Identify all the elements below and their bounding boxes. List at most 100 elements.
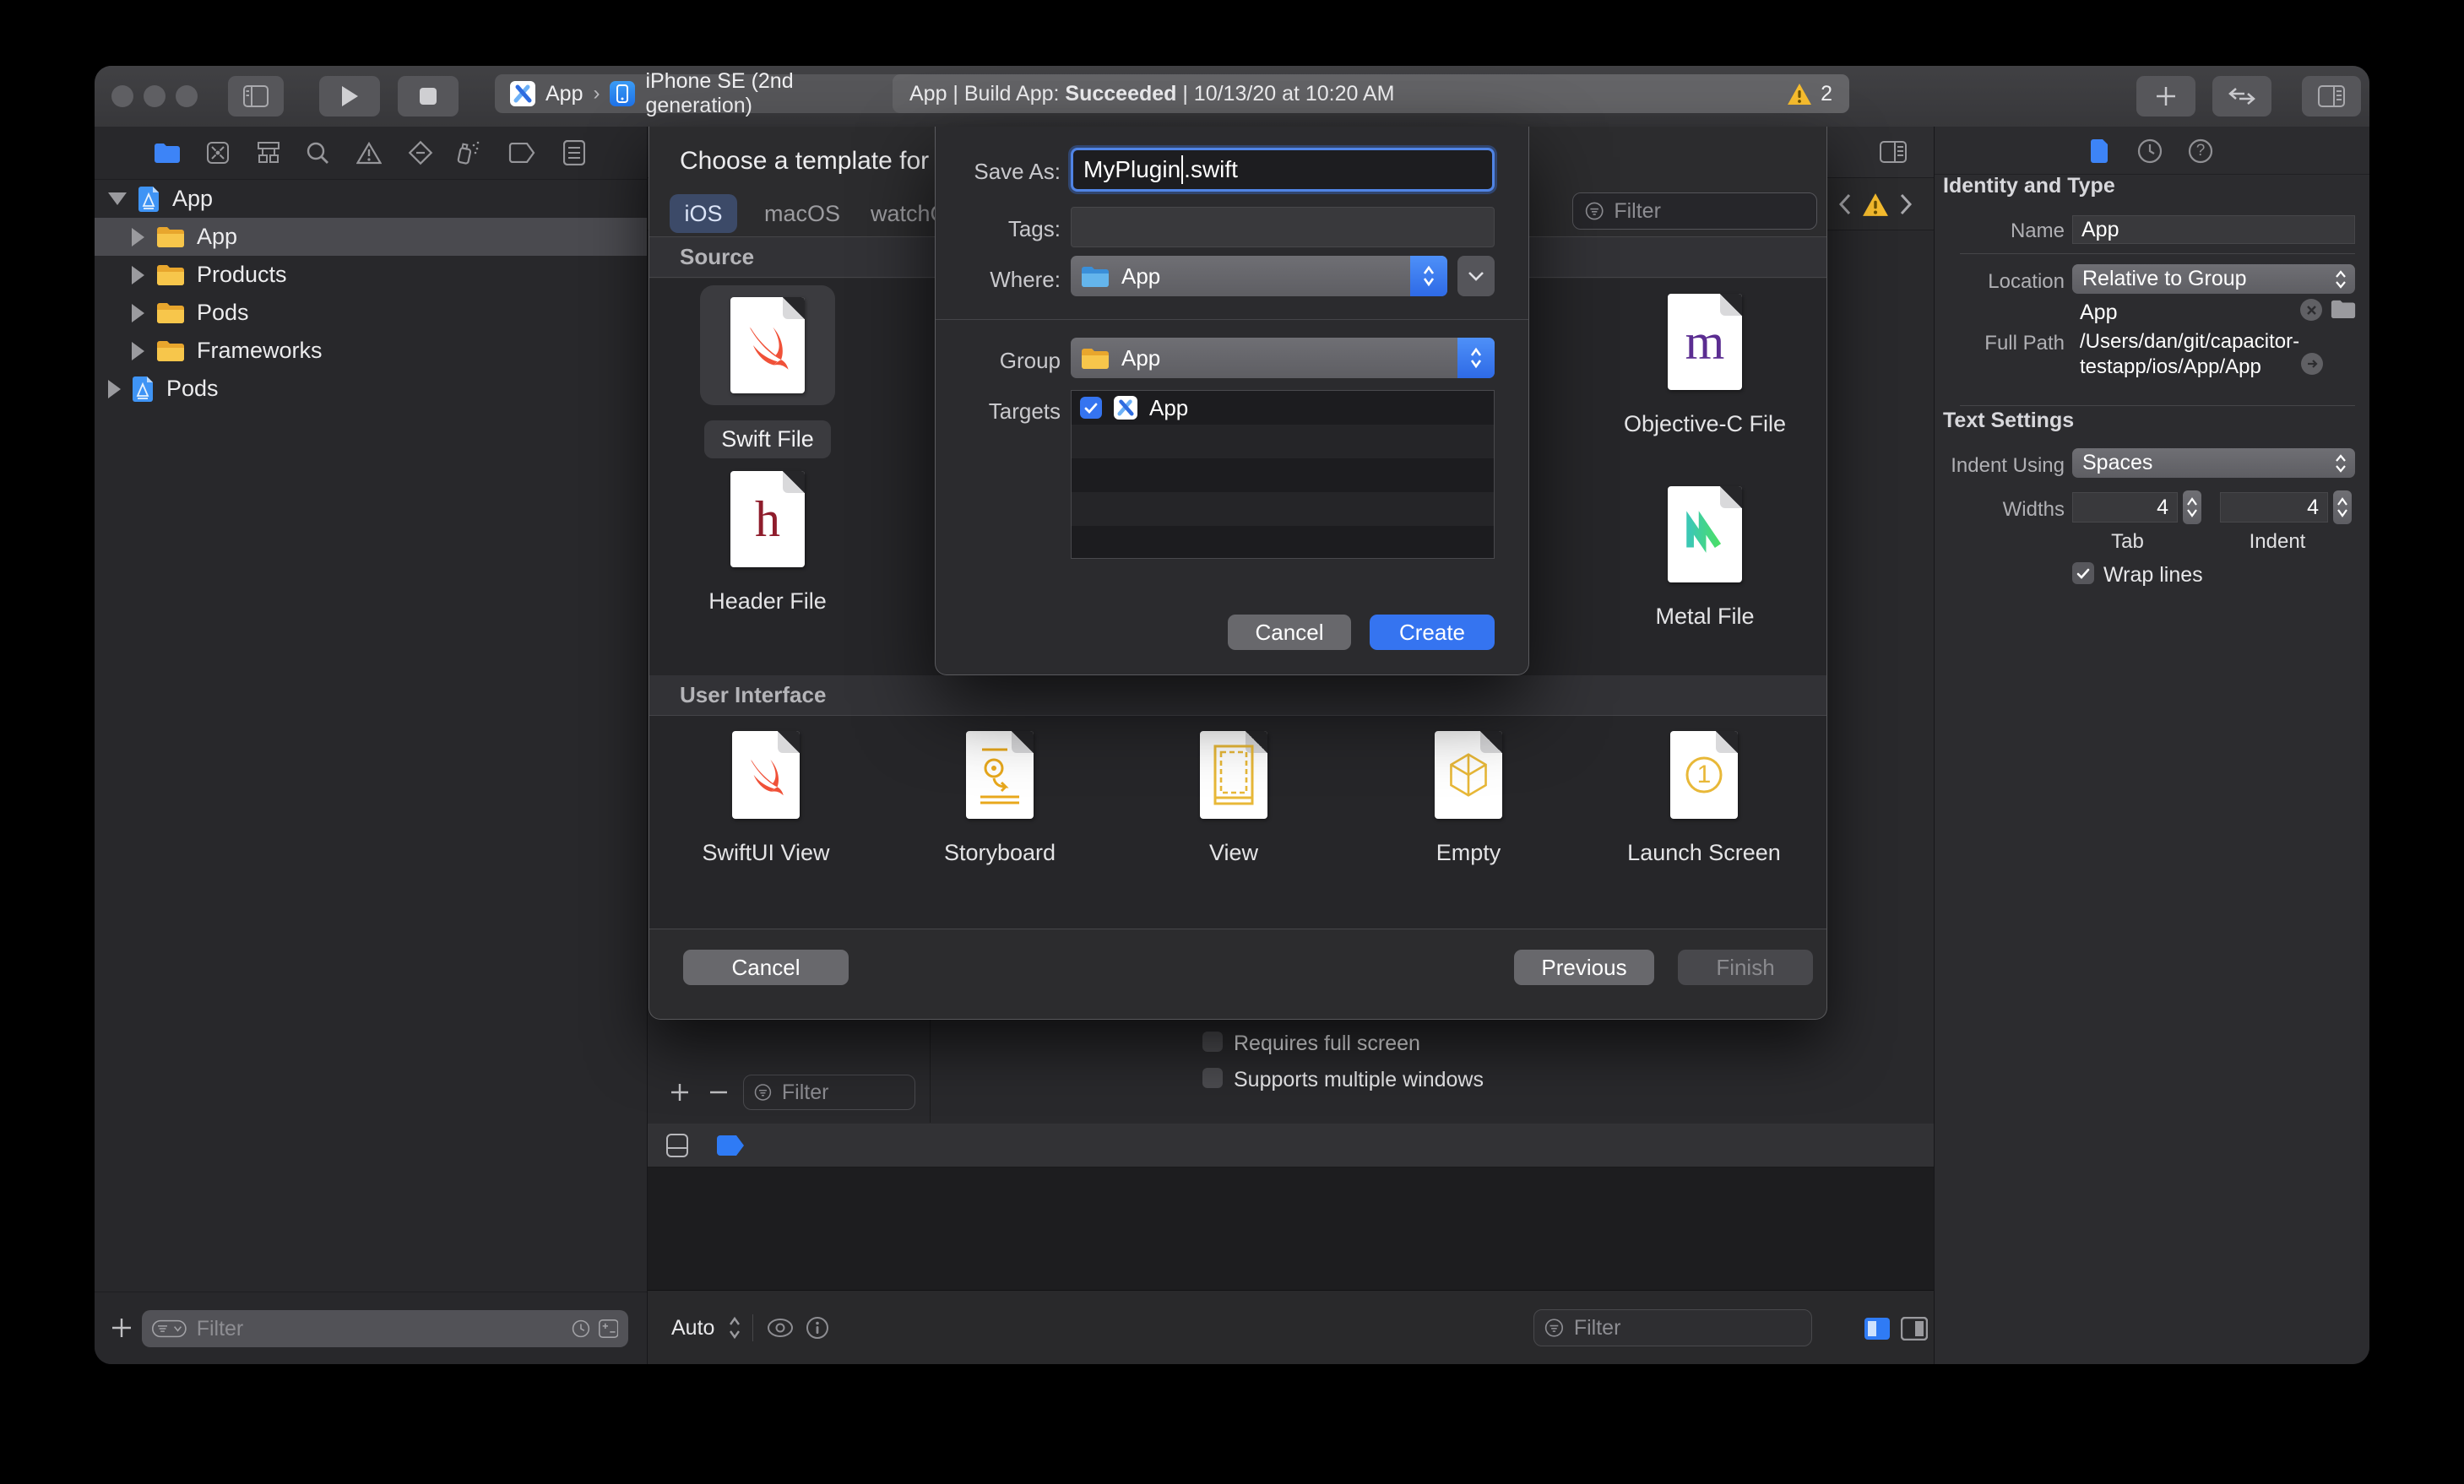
tab-help-inspector[interactable]: ? xyxy=(2186,137,2215,165)
toggle-inspector-button[interactable] xyxy=(2302,76,2361,116)
stop-button[interactable] xyxy=(398,76,459,116)
tab-symbol-navigator[interactable] xyxy=(254,138,283,167)
disclosure-closed-icon[interactable] xyxy=(132,227,144,246)
tab-history-inspector[interactable] xyxy=(2136,137,2164,165)
sheet-finish-button[interactable]: Finish xyxy=(1678,950,1813,985)
info-filter-input[interactable] xyxy=(779,1079,904,1106)
tab-file-inspector[interactable] xyxy=(2085,137,2114,165)
close-window-button[interactable] xyxy=(111,85,133,107)
zoom-window-button[interactable] xyxy=(176,85,198,107)
tree-item-app-project[interactable]: App xyxy=(95,180,647,218)
debug-console[interactable] xyxy=(648,1167,1934,1290)
wrap-lines-checkbox[interactable] xyxy=(2072,562,2094,584)
indent-using-popup[interactable]: Spaces xyxy=(2072,448,2355,478)
tree-item-frameworks[interactable]: Frameworks xyxy=(95,332,647,370)
tab-test-navigator[interactable] xyxy=(406,138,435,167)
info-filter-field[interactable] xyxy=(743,1075,915,1110)
tree-item-app-group[interactable]: App xyxy=(95,218,647,256)
warning-count[interactable]: 2 xyxy=(1821,82,1832,106)
open-path-arrow-button[interactable] xyxy=(2301,353,2323,375)
show-variables-view-button[interactable] xyxy=(1861,1314,1893,1343)
version-editor-button[interactable] xyxy=(2212,76,2271,116)
tree-item-pods-group[interactable]: Pods xyxy=(95,294,647,332)
name-field[interactable]: App xyxy=(2072,215,2355,244)
previous-issue-button[interactable] xyxy=(1833,190,1857,219)
sheet-previous-button[interactable]: Previous xyxy=(1514,950,1654,985)
template-launch-screen[interactable]: 1 Launch Screen xyxy=(1594,731,1814,872)
indent-width-field[interactable]: 4 xyxy=(2220,492,2328,523)
add-file-button[interactable] xyxy=(106,1311,137,1345)
target-checkbox-checked[interactable] xyxy=(1080,397,1102,419)
editor-options-button[interactable] xyxy=(1876,137,1910,167)
template-view[interactable]: View xyxy=(1124,731,1343,872)
tab-debug-navigator[interactable] xyxy=(452,138,480,167)
scheme-selector[interactable]: App › iPhone SE (2nd generation) xyxy=(495,69,908,117)
supports-multiple-windows-checkbox[interactable] xyxy=(1202,1068,1223,1088)
template-swift-file[interactable]: Swift File xyxy=(658,285,877,458)
disclosure-closed-icon[interactable] xyxy=(132,341,144,360)
clear-location-button[interactable] xyxy=(2300,299,2322,321)
next-issue-button[interactable] xyxy=(1894,190,1918,219)
source-control-status-icon[interactable] xyxy=(598,1317,618,1340)
template-header-file[interactable]: h Header File xyxy=(658,471,877,620)
sheet-cancel-button[interactable]: Cancel xyxy=(683,950,849,985)
tab-width-stepper[interactable] xyxy=(2183,490,2201,524)
debug-area-toggle-button[interactable] xyxy=(663,1132,692,1159)
indent-width-stepper[interactable] xyxy=(2333,490,2352,524)
disclosure-open-icon[interactable] xyxy=(108,192,127,205)
breakpoints-toggle-button[interactable] xyxy=(714,1134,747,1157)
disclosure-closed-icon[interactable] xyxy=(132,303,144,322)
info-remove-button[interactable] xyxy=(703,1075,734,1109)
library-add-button[interactable] xyxy=(2136,76,2195,116)
print-description-button[interactable] xyxy=(803,1314,832,1341)
save-as-field[interactable]: MyPlugin .swift xyxy=(1071,148,1495,192)
tab-width-field[interactable]: 4 xyxy=(2072,492,2178,523)
tree-item-pods-project[interactable]: Pods xyxy=(95,370,647,408)
tab-ios[interactable]: iOS xyxy=(670,194,737,233)
where-popup[interactable]: App xyxy=(1071,256,1447,296)
info-add-button[interactable] xyxy=(665,1075,695,1109)
filter-menu-icon[interactable] xyxy=(152,1318,187,1340)
expand-dialog-button[interactable] xyxy=(1457,256,1495,296)
template-objc-file[interactable]: m Objective-C File xyxy=(1595,294,1815,443)
tab-report-navigator[interactable] xyxy=(560,138,589,167)
stepper-chevrons-icon[interactable] xyxy=(729,1315,741,1340)
console-filter-field[interactable] xyxy=(1533,1309,1812,1346)
template-filter-input[interactable] xyxy=(1612,198,1805,225)
activity-status-bar[interactable]: App | Build App: Succeeded | 10/13/20 at… xyxy=(893,74,1849,113)
template-metal-file[interactable]: Metal File xyxy=(1595,486,1815,636)
template-storyboard[interactable]: Storyboard xyxy=(890,731,1110,872)
show-console-view-button[interactable] xyxy=(1898,1314,1930,1343)
issue-warning-badge[interactable] xyxy=(1860,190,1891,219)
disclosure-closed-icon[interactable] xyxy=(108,379,121,398)
run-button[interactable] xyxy=(319,76,380,116)
tags-field[interactable] xyxy=(1071,207,1495,247)
variables-view-mode[interactable]: Auto xyxy=(671,1316,714,1340)
tree-item-products[interactable]: Products xyxy=(95,256,647,294)
template-swiftui-view[interactable]: SwiftUI View xyxy=(656,731,876,872)
tab-macos[interactable]: macOS xyxy=(764,201,840,227)
navigator-filter-input[interactable] xyxy=(194,1315,563,1342)
minimize-window-button[interactable] xyxy=(144,85,166,107)
requires-full-screen-checkbox[interactable] xyxy=(1202,1032,1223,1052)
location-popup[interactable]: Relative to Group xyxy=(2072,264,2355,294)
dialog-cancel-button[interactable]: Cancel xyxy=(1228,615,1351,650)
recent-files-clock-icon[interactable] xyxy=(572,1317,590,1340)
tab-source-control[interactable] xyxy=(204,138,232,167)
target-row-app[interactable]: App xyxy=(1072,391,1494,425)
template-filter-field[interactable] xyxy=(1572,192,1817,230)
tab-find-navigator[interactable] xyxy=(303,138,332,167)
group-popup[interactable]: App xyxy=(1071,338,1495,378)
template-empty[interactable]: Empty xyxy=(1359,731,1578,872)
tab-project-navigator[interactable] xyxy=(153,138,182,167)
choose-folder-button[interactable] xyxy=(2330,297,2357,321)
toggle-navigator-button[interactable] xyxy=(228,76,284,116)
target-row-empty xyxy=(1072,425,1494,458)
tab-issue-navigator[interactable] xyxy=(355,138,383,167)
quicklook-eye-button[interactable] xyxy=(764,1314,796,1341)
console-filter-input[interactable] xyxy=(1571,1314,1801,1341)
disclosure-closed-icon[interactable] xyxy=(132,265,144,284)
dialog-create-button[interactable]: Create xyxy=(1370,615,1495,650)
navigator-filter-field[interactable] xyxy=(142,1310,628,1347)
tab-breakpoint-navigator[interactable] xyxy=(507,138,536,167)
